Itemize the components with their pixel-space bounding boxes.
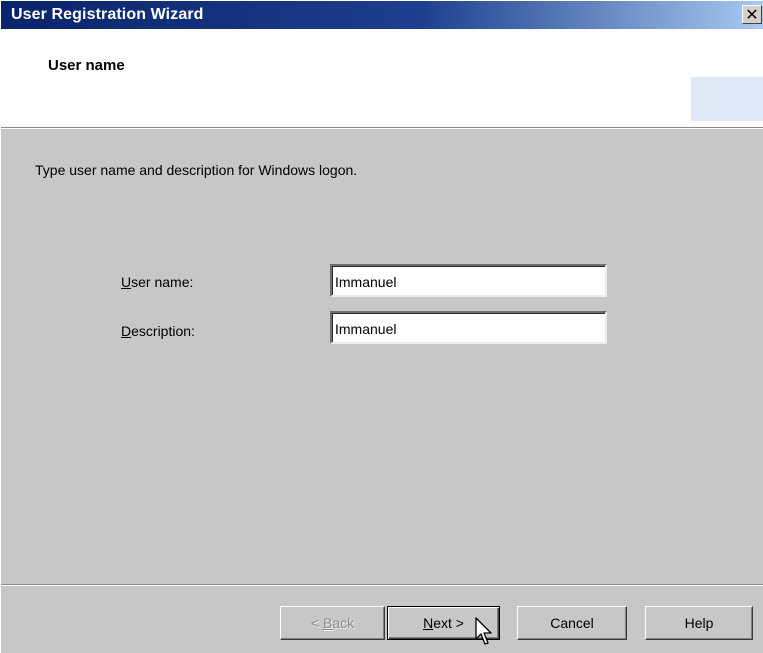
back-button[interactable]: < Back <box>280 606 385 640</box>
cancel-button[interactable]: Cancel <box>517 606 627 640</box>
help-button[interactable]: Help <box>645 606 753 640</box>
back-button-prefix: < <box>310 615 323 631</box>
next-button[interactable]: Next > <box>387 606 500 640</box>
user-name-label-mnemonic: U <box>121 274 132 290</box>
back-button-text: ack <box>332 615 355 631</box>
page-title: User name <box>48 57 125 74</box>
close-icon: ✕ <box>745 4 759 24</box>
wizard-window: User Registration Wizard ✕ User name Typ… <box>0 0 763 653</box>
header-divider <box>1 127 763 129</box>
description-label-mnemonic: D <box>121 323 132 339</box>
wizard-header: User name <box>1 29 763 127</box>
close-button[interactable]: ✕ <box>742 5 762 24</box>
user-name-label: User name: <box>121 274 193 290</box>
user-name-input[interactable] <box>330 264 607 297</box>
user-name-label-text: ser name: <box>131 274 194 290</box>
back-button-mnemonic: B <box>322 615 333 631</box>
cancel-button-label: Cancel <box>550 615 594 631</box>
next-button-text: ext > <box>433 615 464 631</box>
window-title: User Registration Wizard <box>11 6 204 23</box>
description-label-text: escription: <box>131 323 195 339</box>
header-graphic <box>691 77 763 121</box>
next-button-mnemonic: N <box>423 615 434 631</box>
footer-divider <box>1 584 763 586</box>
title-bar[interactable]: User Registration Wizard ✕ <box>1 1 763 29</box>
description-label: Description: <box>121 323 195 339</box>
description-input[interactable] <box>330 311 607 344</box>
help-button-label: Help <box>684 615 714 631</box>
instruction-text: Type user name and description for Windo… <box>35 162 358 178</box>
